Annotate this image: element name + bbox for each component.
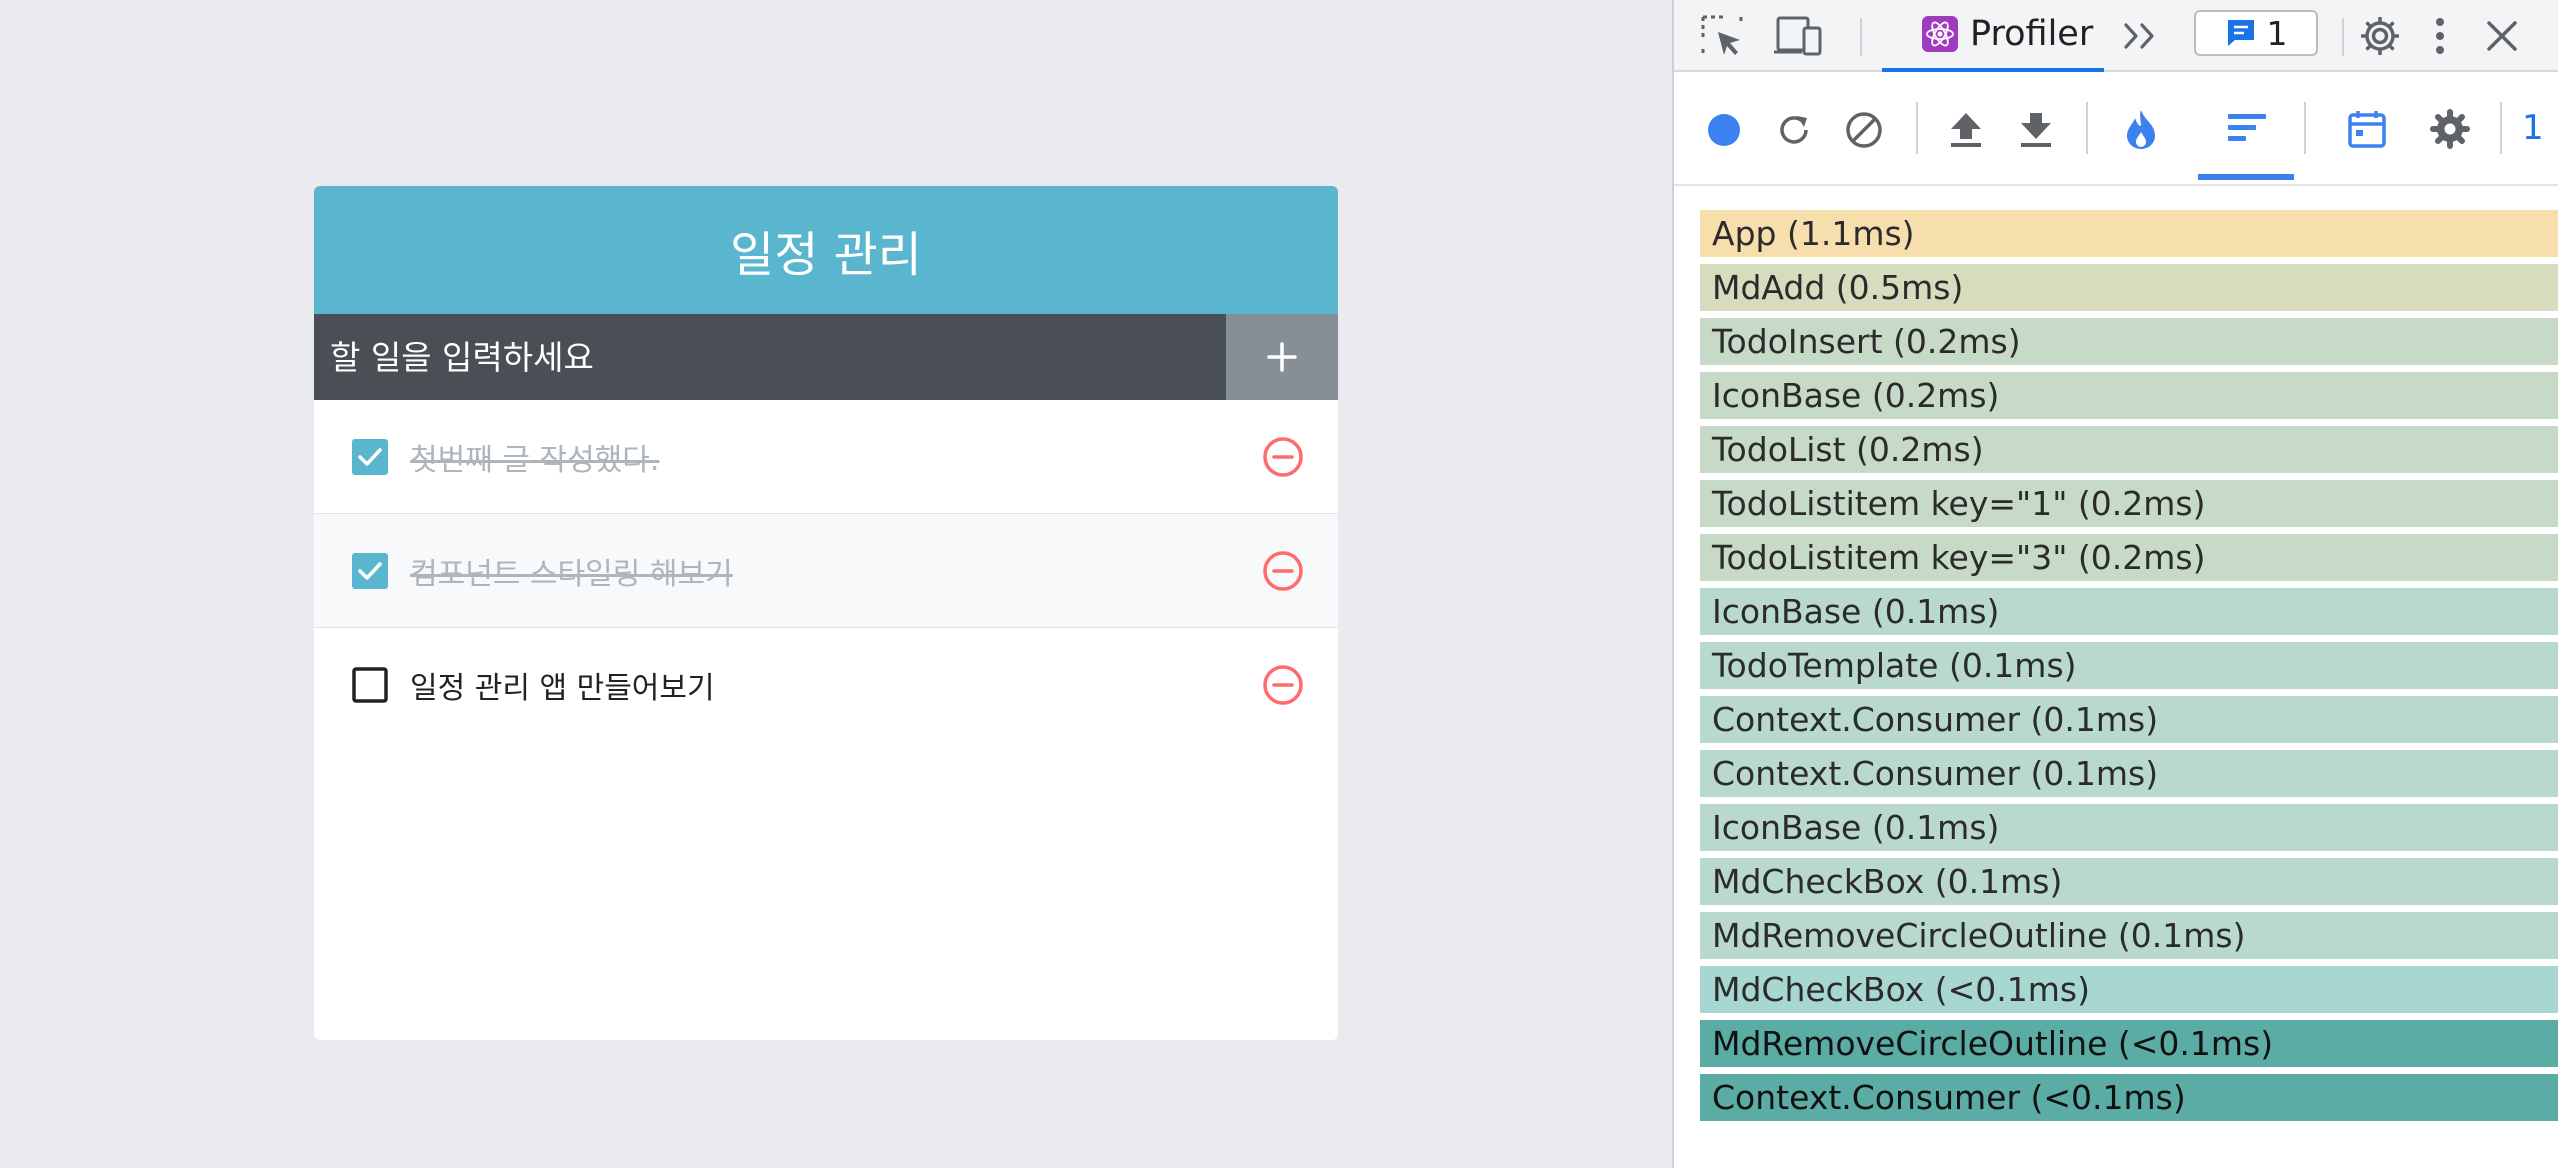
remove-circle-icon — [1263, 551, 1303, 591]
ranked-chart-bar[interactable]: IconBase (0.2ms) — [1700, 372, 2558, 419]
ranked-chart-bar[interactable]: App (1.1ms) — [1700, 210, 2558, 257]
todo-checkbox[interactable] — [352, 553, 388, 589]
clear-icon[interactable] — [1844, 110, 1884, 150]
profiler-toolbar: 1 — [1674, 72, 2558, 186]
ranked-chart-bar[interactable]: Context.Consumer (0.1ms) — [1700, 750, 2558, 797]
todo-insert-form — [314, 314, 1338, 400]
upload-icon[interactable] — [1944, 108, 1988, 152]
todo-remove-button[interactable] — [1262, 550, 1304, 592]
ranked-chart: App (1.1ms) MdAdd (0.5ms) TodoInsert (0.2m… — [1700, 210, 2558, 1144]
todo-text: 컴포넌트 스타일링 해보기 — [410, 556, 733, 592]
ranked-chart-bar[interactable]: TodoListitem key="3" (0.2ms) — [1700, 534, 2558, 581]
todo-list-item: 첫번째 글 작성했다. — [314, 400, 1338, 514]
todo-text: 첫번째 글 작성했다. — [410, 442, 660, 478]
settings-icon[interactable] — [2354, 10, 2406, 62]
download-icon[interactable] — [2014, 108, 2058, 152]
todo-remove-button[interactable] — [1262, 664, 1304, 706]
ranked-chart-bar[interactable]: MdAdd (0.5ms) — [1700, 264, 2558, 311]
ranked-chart-bar[interactable]: TodoList (0.2ms) — [1700, 426, 2558, 473]
commit-navigation-label: 1 — [2522, 108, 2544, 148]
checked-checkbox-icon — [352, 553, 388, 589]
todo-checkbox[interactable] — [352, 439, 388, 475]
ranked-chart-bar[interactable]: MdRemoveCircleOutline (<0.1ms) — [1700, 1020, 2558, 1067]
close-icon[interactable] — [2478, 12, 2526, 60]
todo-checkbox[interactable] — [352, 667, 388, 703]
record-icon[interactable] — [1704, 110, 1744, 150]
ranked-chart-bar[interactable]: MdCheckBox (0.1ms) — [1700, 858, 2558, 905]
inspect-element-icon[interactable] — [1698, 12, 1746, 60]
ranked-chart-bar[interactable]: TodoListitem key="1" (0.2ms) — [1700, 480, 2558, 527]
ranked-chart-bar[interactable]: IconBase (0.1ms) — [1700, 804, 2558, 851]
more-tabs-icon[interactable] — [2118, 14, 2166, 58]
todo-text: 일정 관리 앱 만들어보기 — [410, 671, 715, 706]
devtools-tabbar: Profiler 1 — [1674, 0, 2558, 72]
ranked-chart-bar[interactable]: Context.Consumer (<0.1ms) — [1700, 1074, 2558, 1121]
tab-profiler-label: Profiler — [1970, 14, 2094, 54]
tab-profiler[interactable]: Profiler — [1882, 0, 2104, 72]
flamegraph-icon[interactable] — [2118, 106, 2164, 152]
device-toggle-icon[interactable] — [1770, 12, 1826, 60]
app-viewport: 일정 관리 첫번째 글 작성했다. — [0, 0, 1672, 1168]
add-todo-button[interactable] — [1226, 314, 1338, 400]
app-title: 일정 관리 — [314, 186, 1338, 314]
issues-icon — [2227, 20, 2254, 46]
ranked-chart-bar[interactable]: MdRemoveCircleOutline (0.1ms) — [1700, 912, 2558, 959]
kebab-menu-icon[interactable] — [2420, 10, 2460, 62]
todo-input[interactable] — [314, 314, 1226, 400]
todo-list-item: 일정 관리 앱 만들어보기 — [314, 628, 1338, 742]
ranked-chart-icon — [2228, 114, 2266, 141]
profiler-settings-icon[interactable] — [2426, 106, 2474, 152]
todo-template: 일정 관리 첫번째 글 작성했다. — [314, 186, 1338, 1040]
issues-count: 1 — [2266, 13, 2288, 53]
remove-circle-icon — [1263, 437, 1303, 477]
ranked-chart-bar[interactable]: Context.Consumer (0.1ms) — [1700, 696, 2558, 743]
timeline-icon[interactable] — [2344, 106, 2390, 152]
reload-and-profile-icon[interactable] — [1774, 110, 1814, 150]
ranked-chart-bar[interactable]: TodoTemplate (0.1ms) — [1700, 642, 2558, 689]
checked-checkbox-icon — [352, 439, 388, 475]
issues-badge[interactable]: 1 — [2194, 10, 2318, 56]
ranked-chart-bar[interactable]: IconBase (0.1ms) — [1700, 588, 2558, 635]
unchecked-checkbox-icon — [352, 667, 388, 703]
ranked-chart-tab[interactable] — [2198, 108, 2294, 180]
ranked-chart-bar[interactable]: MdCheckBox (<0.1ms) — [1700, 966, 2558, 1013]
plus-icon — [1267, 342, 1297, 372]
react-logo-icon — [1922, 16, 1958, 52]
ranked-chart-bar[interactable]: TodoInsert (0.2ms) — [1700, 318, 2558, 365]
todo-list: 첫번째 글 작성했다. 컴포넌트 스타일링 해보기 일정 관리 앱 만들어보기 — [314, 400, 1338, 742]
devtools-panel: Profiler 1 1 App (1.1ms) MdAdd (0.5ms) T… — [1672, 0, 2558, 1168]
remove-circle-icon — [1263, 665, 1303, 705]
todo-list-item: 컴포넌트 스타일링 해보기 — [314, 514, 1338, 628]
todo-remove-button[interactable] — [1262, 436, 1304, 478]
